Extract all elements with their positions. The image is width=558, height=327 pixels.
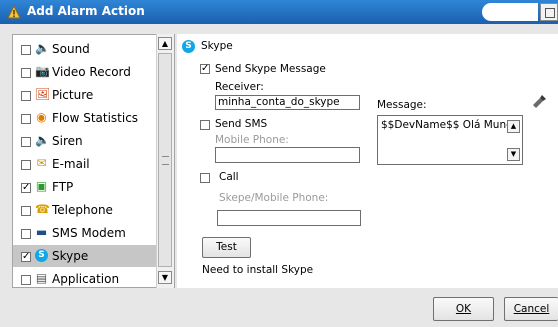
skype-icon: S <box>35 249 48 262</box>
message-text: $$DevName$$ Olá Mundo <box>381 119 520 131</box>
title-search-field[interactable] <box>482 3 538 21</box>
receiver-input[interactable]: minha_conta_do_skype <box>215 95 360 110</box>
message-label: Message: <box>377 99 427 111</box>
action-item-siren[interactable]: 🔈 Siren <box>13 130 163 152</box>
action-item-video-record[interactable]: 📷 Video Record <box>13 61 163 83</box>
maximize-button[interactable] <box>540 3 558 21</box>
install-note: Need to install Skype <box>202 264 314 276</box>
send-sms-checkbox[interactable] <box>200 120 210 130</box>
action-item-ftp[interactable]: ✓ ▣ FTP <box>13 176 163 198</box>
action-label: Sound <box>52 42 90 56</box>
skype-settings-panel: S Skype ✓ Send Skype Message Receiver: m… <box>177 34 558 288</box>
action-checkbox[interactable] <box>21 91 31 101</box>
action-item-telephone[interactable]: ☎ Telephone <box>13 199 163 221</box>
send-skype-message-checkbox[interactable]: ✓ <box>200 64 210 74</box>
ok-button-label: OK <box>455 303 472 315</box>
call-label: Call <box>219 171 239 183</box>
ftp-icon: ▣ <box>35 179 48 193</box>
action-checkbox[interactable] <box>21 68 31 78</box>
action-checkbox[interactable] <box>21 229 31 239</box>
action-label: Flow Statistics <box>52 111 139 125</box>
action-label: E-mail <box>52 157 90 171</box>
message-scroll-down[interactable]: ▼ <box>507 148 520 161</box>
action-checkbox[interactable] <box>21 275 31 285</box>
picture-icon: 🖼 <box>35 87 51 101</box>
action-label: Siren <box>52 134 83 148</box>
action-item-sms-modem[interactable]: ▬ SMS Modem <box>13 222 163 244</box>
window-title: Add Alarm Action <box>27 4 145 18</box>
action-item-e-mail[interactable]: ✉ E-mail <box>13 153 163 175</box>
skype-icon: S <box>182 40 195 53</box>
send-skype-message-label: Send Skype Message <box>215 63 326 75</box>
action-item-picture[interactable]: 🖼 Picture <box>13 84 163 106</box>
scroll-grip-icon <box>162 156 169 165</box>
send-sms-label: Send SMS <box>215 118 268 130</box>
tools-icon[interactable] <box>531 94 547 108</box>
skype-mobile-phone-label: Skepe/Mobile Phone: <box>219 192 329 204</box>
action-label: Picture <box>52 88 94 102</box>
action-label: Application <box>52 272 120 286</box>
cancel-button[interactable]: Cancel <box>504 297 558 321</box>
action-checkbox[interactable] <box>21 45 31 55</box>
action-item-skype[interactable]: ✓ S Skype <box>13 245 163 267</box>
action-checkbox[interactable] <box>21 206 31 216</box>
action-label: FTP <box>52 180 74 194</box>
scroll-up-button[interactable]: ▲ <box>158 37 172 50</box>
cancel-button-label: Cancel <box>513 303 550 315</box>
action-label: Telephone <box>52 203 113 217</box>
action-checkbox[interactable]: ✓ <box>21 252 31 262</box>
scroll-down-button[interactable]: ▼ <box>158 271 172 284</box>
title-bar: Add Alarm Action <box>0 0 558 24</box>
action-checkbox[interactable] <box>21 160 31 170</box>
action-item-sound[interactable]: 🔈 Sound <box>13 38 163 60</box>
ok-button[interactable]: OK <box>433 297 494 321</box>
call-checkbox[interactable] <box>200 173 210 183</box>
action-checkbox[interactable] <box>21 137 31 147</box>
action-label: Skype <box>52 249 89 263</box>
action-checkbox[interactable] <box>21 114 31 124</box>
scroll-thumb[interactable] <box>158 53 172 267</box>
action-item-flow-statistics[interactable]: ◉ Flow Statistics <box>13 107 163 129</box>
camera-icon: 📷 <box>35 64 50 78</box>
action-label: SMS Modem <box>52 226 126 240</box>
mobile-phone-label: Mobile Phone: <box>215 134 289 146</box>
application-icon: ▤ <box>35 271 48 285</box>
skype-mobile-phone-input[interactable] <box>217 210 361 226</box>
message-scroll-up[interactable]: ▲ <box>507 120 520 133</box>
siren-icon: 🔈 <box>35 133 50 147</box>
action-list: 🔈 Sound 📷 Video Record 🖼 Picture ◉ Flow Statist… <box>12 34 175 288</box>
test-button[interactable]: Test <box>202 237 251 258</box>
telephone-icon: ☎ <box>35 202 50 216</box>
action-label: Video Record <box>52 65 131 79</box>
flow-statistics-icon: ◉ <box>36 110 47 124</box>
modem-icon: ▬ <box>35 225 48 239</box>
receiver-label: Receiver: <box>215 81 264 93</box>
mobile-phone-input[interactable] <box>215 147 360 163</box>
action-checkbox[interactable]: ✓ <box>21 183 31 193</box>
alarm-icon <box>7 5 21 19</box>
action-list-scrollbar[interactable]: ▲ ▼ <box>156 34 174 288</box>
message-input[interactable]: $$DevName$$ Olá Mundo ▲ ▼ <box>377 115 523 165</box>
speaker-icon: 🔈 <box>35 41 50 55</box>
panel-header: Skype <box>201 40 233 52</box>
action-item-application[interactable]: ▤ Application <box>13 268 163 287</box>
envelope-icon: ✉ <box>36 156 47 170</box>
